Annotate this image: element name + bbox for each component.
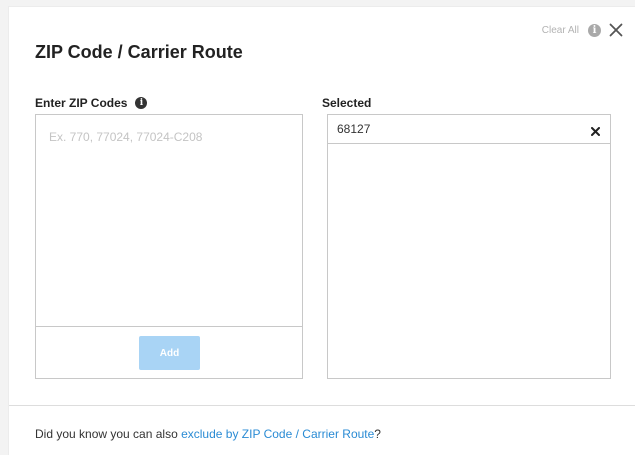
modal-title: ZIP Code / Carrier Route bbox=[35, 42, 243, 62]
selected-list: 68127 bbox=[327, 114, 611, 379]
selected-item-value: 68127 bbox=[337, 122, 371, 136]
exclude-link[interactable]: exclude by ZIP Code / Carrier Route bbox=[181, 427, 374, 441]
enter-zip-codes-label: Enter ZIP Codes i bbox=[35, 96, 148, 110]
footer-divider bbox=[9, 405, 635, 406]
footer-text-before: Did you know you can also bbox=[35, 427, 182, 441]
info-icon[interactable]: i bbox=[588, 23, 601, 37]
footer-text: Did you know you can also exclude by ZIP… bbox=[35, 427, 381, 441]
zip-codes-input[interactable] bbox=[36, 115, 302, 327]
footer-text-after: ? bbox=[374, 427, 381, 441]
remove-icon[interactable] bbox=[591, 125, 600, 136]
selected-item: 68127 bbox=[328, 115, 610, 144]
add-button[interactable]: Add bbox=[139, 336, 200, 370]
top-actions: Clear All i bbox=[542, 23, 623, 37]
enter-zip-codes-label-text: Enter ZIP Codes bbox=[35, 96, 128, 110]
zip-info-icon[interactable]: i bbox=[135, 97, 148, 109]
clear-all-link[interactable]: Clear All bbox=[542, 25, 579, 36]
zip-entry-panel: Add bbox=[35, 114, 303, 379]
close-icon[interactable] bbox=[609, 23, 623, 37]
zip-carrier-route-modal: ZIP Code / Carrier Route Clear All i Ent… bbox=[8, 6, 635, 455]
selected-label: Selected bbox=[322, 96, 372, 110]
